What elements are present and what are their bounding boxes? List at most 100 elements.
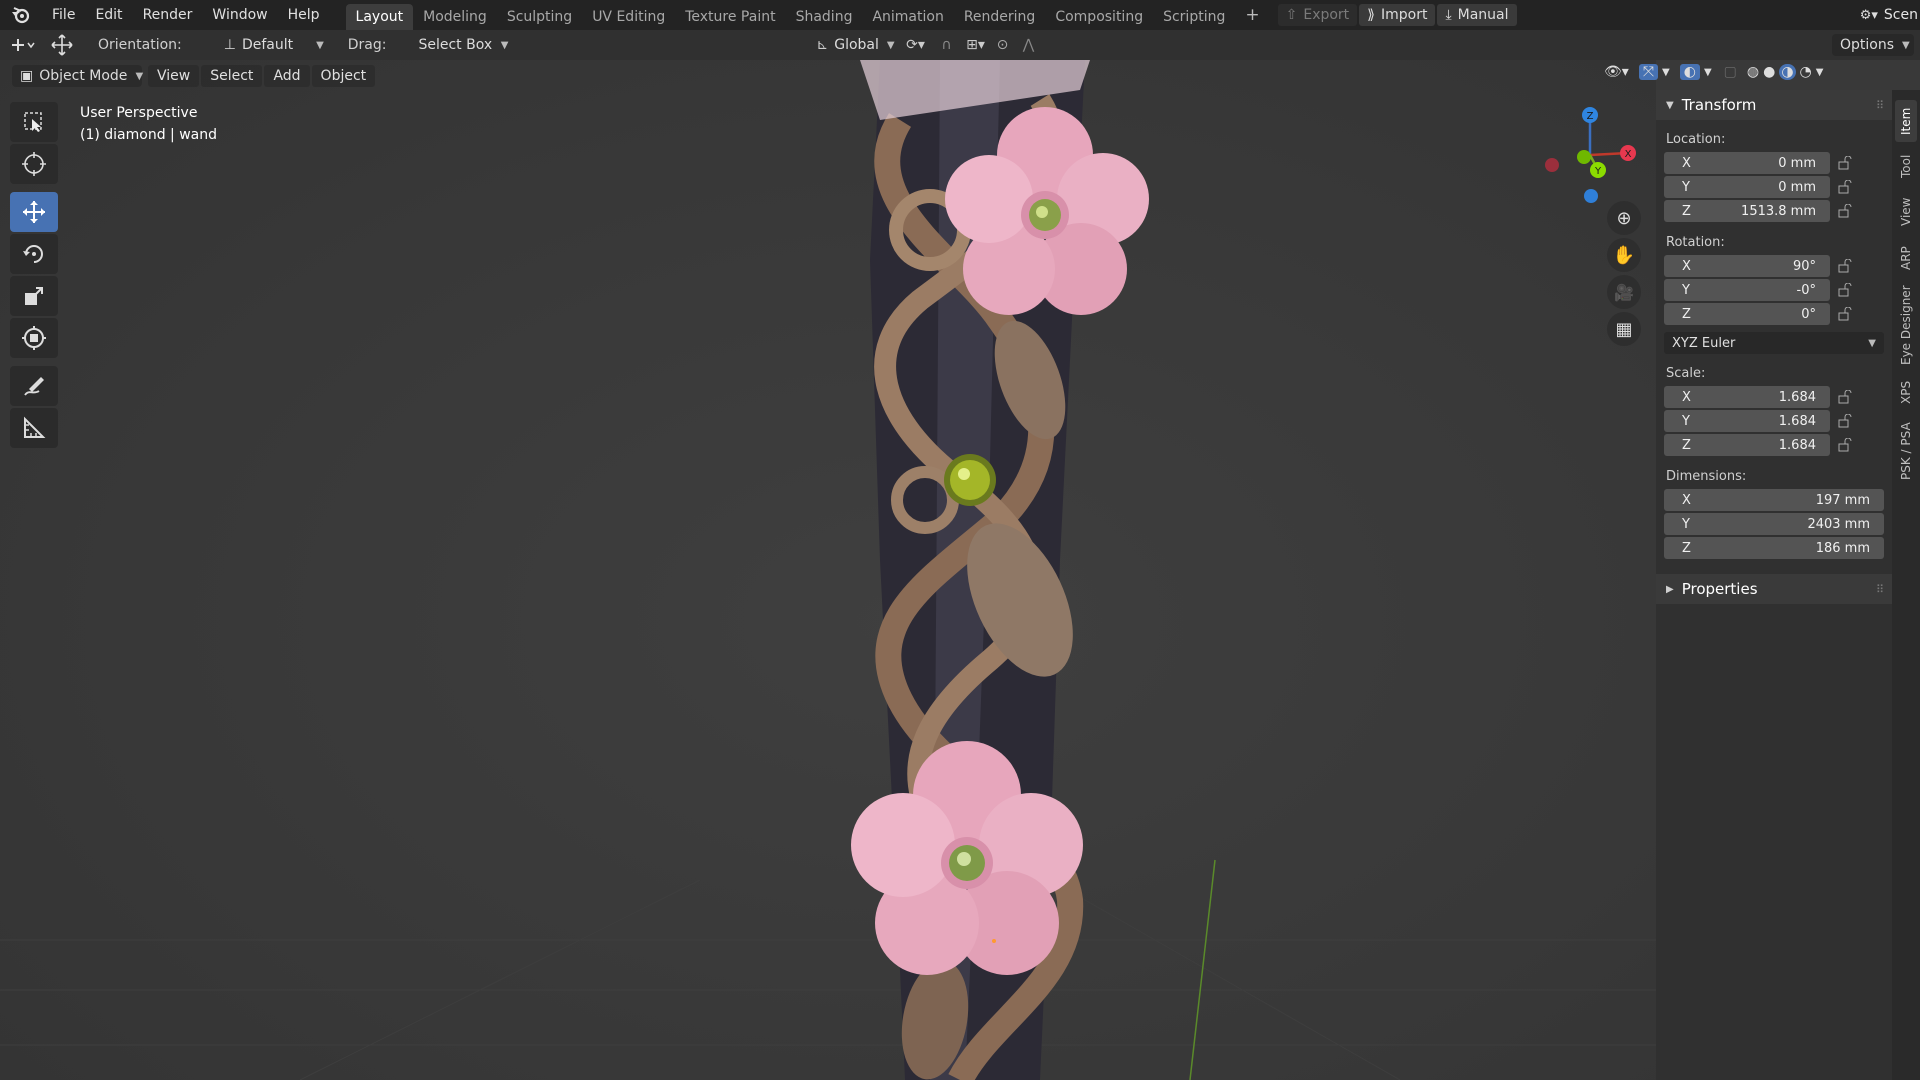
tab-rendering[interactable]: Rendering [954,4,1046,30]
tab-modeling[interactable]: Modeling [413,4,497,30]
orientation-label: Orientation: [98,37,182,53]
tab-texture-paint[interactable]: Texture Paint [675,4,785,30]
gizmo-neg-x-axis[interactable] [1545,158,1559,172]
material-shading-icon[interactable]: ◑ [1779,64,1796,80]
menu-render[interactable]: Render [133,0,203,30]
gizmo-neg-z-axis[interactable] [1584,189,1598,203]
tab-compositing[interactable]: Compositing [1045,4,1153,30]
menu-window[interactable]: Window [202,0,277,30]
chevron-down-icon[interactable]: ▼ [1662,67,1670,78]
menu-edit[interactable]: Edit [85,0,132,30]
lock-icon[interactable] [1830,307,1860,321]
sidebar-tab-tool[interactable]: Tool [1895,146,1917,186]
tab-scripting[interactable]: Scripting [1153,4,1235,30]
visibility-icon[interactable]: 👁▾ [1604,64,1629,80]
sidebar-tab-xps[interactable]: XPS [1895,372,1917,412]
rendered-shading-icon[interactable]: ◔ [1800,64,1812,80]
cursor-tool[interactable] [10,144,58,184]
menu-select[interactable]: Select [201,65,263,87]
dimensions-x-field[interactable]: X 197 mm [1664,489,1884,511]
export-button[interactable]: ⇧ Export [1277,4,1358,26]
tab-uv-editing[interactable]: UV Editing [582,4,675,30]
rotate-tool[interactable] [10,234,58,274]
perspective-toggle-button[interactable]: ▦ [1607,312,1641,346]
drag-handle-icon[interactable]: ⠿ [1876,583,1892,596]
scale-tool[interactable] [10,276,58,316]
scale-z-field[interactable]: Z 1.684 [1664,434,1830,456]
location-x-field[interactable]: X 0 mm [1664,152,1830,174]
pivot-icon[interactable]: ⟳▾ [898,37,932,53]
lock-icon[interactable] [1830,180,1860,194]
orientation-dropdown[interactable]: ⊥ Default ▼ [216,34,332,56]
chevron-down-icon[interactable]: ▼ [1816,67,1824,78]
wireframe-shading-icon[interactable]: ◍ [1747,64,1759,80]
options-dropdown[interactable]: Options ▼ [1832,34,1914,56]
dimensions-z-field[interactable]: Z 186 mm [1664,537,1884,559]
falloff-icon[interactable]: ⋀ [1014,37,1042,53]
add-workspace-button[interactable]: + [1235,0,1269,30]
menu-object[interactable]: Object [311,65,376,87]
location-y-field[interactable]: Y 0 mm [1664,176,1830,198]
transform-tool[interactable] [10,318,58,358]
rotation-x-field[interactable]: X 90° [1664,255,1830,277]
measure-tool[interactable] [10,408,58,448]
menu-add[interactable]: Add [264,65,310,87]
editor-type-icon[interactable] [0,37,46,53]
mode-dropdown[interactable]: ▣ Object Mode ▼ [12,65,143,87]
transform-panel-header[interactable]: ▼ Transform ⠿ [1656,90,1892,120]
move-tool-icon[interactable] [46,34,78,56]
sidebar-tab-eye-designer[interactable]: Eye Designer [1895,282,1917,368]
lock-icon[interactable] [1830,259,1860,273]
sidebar-tab-item[interactable]: Item [1895,100,1917,142]
transform-space-dropdown[interactable]: ⊾ Global ▼ [808,34,898,56]
tab-sculpting[interactable]: Sculpting [497,4,582,30]
viewport-shading-bar: 👁▾ ⤧ ▼ ◐ ▼ ▢ ◍ ● ◑ ◔ ▼ [1604,64,1823,80]
scene-selector[interactable]: ⚙▾ Scen [1860,7,1920,23]
chevron-down-icon[interactable]: ▼ [1704,67,1712,78]
select-box-tool[interactable] [10,102,58,142]
overlays-icon[interactable]: ◐ [1679,64,1700,80]
menu-help[interactable]: Help [278,0,330,30]
lock-icon[interactable] [1830,283,1860,297]
location-z-field[interactable]: Z 1513.8 mm [1664,200,1830,222]
menu-view[interactable]: View [148,65,200,87]
sidebar-tab-view[interactable]: View [1895,190,1917,234]
sidebar-tab-psk-psa[interactable]: PSK / PSA [1895,416,1917,486]
snap-magnet-icon[interactable]: ∩ [932,37,960,53]
annotate-tool[interactable] [10,366,58,406]
scale-y-field[interactable]: Y 1.684 [1664,410,1830,432]
lock-icon[interactable] [1830,156,1860,170]
camera-view-button[interactable]: 🎥 [1607,275,1641,309]
import-button[interactable]: ⟫ Import [1359,4,1436,26]
rotation-z-field[interactable]: Z 0° [1664,303,1830,325]
proportional-edit-icon[interactable]: ⊙ [990,37,1014,53]
sidebar-tab-arp[interactable]: ARP [1895,238,1917,278]
dimensions-y-field[interactable]: Y 2403 mm [1664,513,1884,535]
properties-panel-header[interactable]: ▶ Properties ⠿ [1656,574,1892,604]
tab-animation[interactable]: Animation [862,4,953,30]
pan-button[interactable]: ✋ [1607,238,1641,272]
xray-icon[interactable]: ▢ [1724,64,1737,80]
lock-icon[interactable] [1830,390,1860,404]
rotation-y-field[interactable]: Y -0° [1664,279,1830,301]
tab-layout[interactable]: Layout [345,4,414,30]
gizmo-neg-y-axis[interactable] [1577,150,1591,164]
snap-target-icon[interactable]: ⊞▾ [960,37,990,53]
move-tool[interactable] [10,192,58,232]
blender-logo-icon[interactable] [0,6,42,24]
zoom-button[interactable]: ⊕ [1607,201,1641,235]
lock-icon[interactable] [1830,438,1860,452]
navigation-gizmo[interactable]: Z X Y [1540,100,1650,210]
lock-icon[interactable] [1830,204,1860,218]
3d-viewport[interactable]: Z X Y [0,60,1656,1080]
menu-file[interactable]: File [42,0,85,30]
drag-dropdown[interactable]: Select Box ▼ [410,34,516,56]
manual-button[interactable]: ⤓ Manual [1437,4,1517,26]
solid-shading-icon[interactable]: ● [1763,64,1775,80]
tab-shading[interactable]: Shading [786,4,863,30]
scale-x-field[interactable]: X 1.684 [1664,386,1830,408]
lock-icon[interactable] [1830,414,1860,428]
drag-handle-icon[interactable]: ⠿ [1876,99,1892,112]
gizmo-toggle-icon[interactable]: ⤧ [1638,64,1659,80]
rotation-mode-dropdown[interactable]: XYZ Euler ▼ [1664,332,1884,354]
